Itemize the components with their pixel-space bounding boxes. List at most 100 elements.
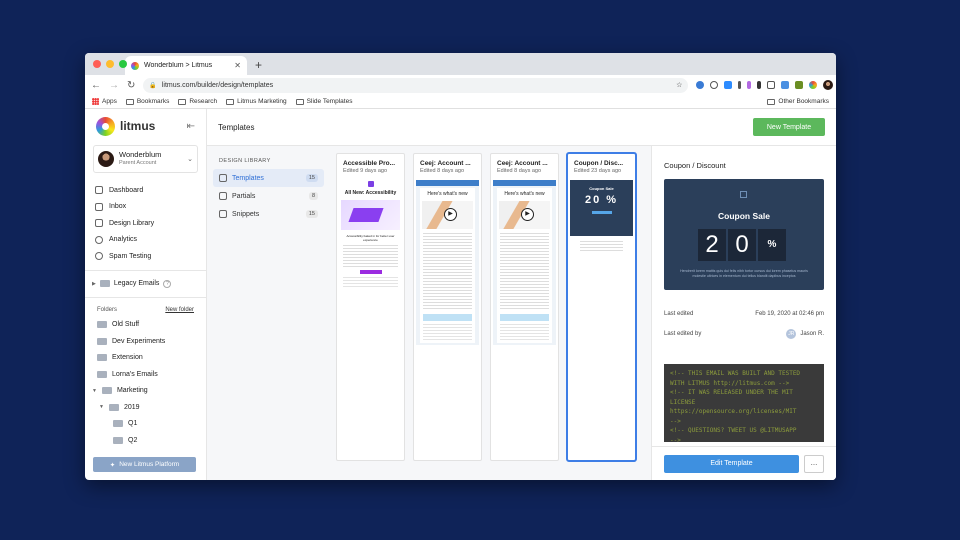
camera-icon[interactable] [767,81,776,89]
thumb-shape [348,208,384,222]
new-template-button[interactable]: New Template [753,118,825,136]
thumb-button [359,270,382,274]
nav-design-library[interactable]: Design Library [95,215,196,232]
close-tab-icon[interactable]: ✕ [234,61,241,70]
thumb-heading: All New: Accessibility [344,190,397,196]
forward-icon[interactable]: → [109,80,119,91]
copy-icon [219,210,227,218]
minimize-window-button[interactable] [106,60,114,68]
nav-spam-testing[interactable]: Spam Testing [95,248,196,265]
legacy-emails-folder[interactable]: ▶ Legacy Emails ? [85,276,206,292]
sidebar: litmus ⇤ Wonderblum Parent Account ⌄ Das… [85,109,207,480]
new-folder-link[interactable]: New folder [165,307,194,313]
library-item-templates[interactable]: Templates 15 [213,169,324,187]
pen-icon[interactable] [747,81,752,89]
avatar [98,151,114,167]
litmus-extension-icon[interactable] [809,81,818,89]
bookmark-label: Research [189,98,218,105]
thumb-heading: Here's what's new [427,191,468,197]
template-preview[interactable]: Coupon Sale 2 0 % Hendrerit lorem mattis… [664,179,824,290]
zoom-extension-icon[interactable] [724,81,733,89]
star-icon[interactable]: ☆ [676,81,682,89]
bookmark-apps[interactable]: Apps [92,98,117,105]
thumb-text-lines [343,245,398,267]
other-bookmarks[interactable]: Other Bookmarks [767,98,829,105]
nav-analytics[interactable]: Analytics [95,232,196,249]
library-item-partials[interactable]: Partials 8 [213,187,324,205]
bookmark-litmus-marketing[interactable]: Litmus Marketing [226,98,287,105]
account-switcher[interactable]: Wonderblum Parent Account ⌄ [93,145,198,173]
nav-inbox[interactable]: Inbox [95,199,196,216]
url-text: litmus.com/builder/design/templates [161,81,274,89]
home-icon [95,186,103,195]
bolt-icon[interactable] [757,81,762,89]
digit-box: % [758,229,786,261]
nav-label: Analytics [109,236,138,244]
code-preview[interactable]: <!-- THIS EMAIL WAS BUILT AND TESTED WIT… [664,364,824,442]
extension-icon[interactable] [696,81,705,89]
eyedropper-icon[interactable] [738,81,742,89]
bookmark-label: Apps [102,98,117,105]
thumb-cta [500,314,549,321]
library-label: Partials [232,192,256,200]
thumb-heading: Here's what's new [504,191,545,197]
extension-icons: ⋮ [696,80,836,91]
profile-avatar[interactable] [823,80,834,90]
meta-label: Last edited by [664,331,702,337]
new-litmus-platform-button[interactable]: ✦ New Litmus Platform [93,457,196,472]
browser-tab[interactable]: Wonderblum > Litmus ✕ [125,56,247,75]
folder-item[interactable]: Dev Experiments [97,333,194,350]
thumb-cta [423,314,472,321]
thumb-text-lines [580,241,623,253]
folder-item[interactable]: Q2 [113,432,194,449]
bookmark-research[interactable]: Research [178,98,217,105]
folder-item[interactable]: Lorna's Emails [97,366,194,383]
edit-template-button[interactable]: Edit Template [664,454,799,473]
extension-icon[interactable] [781,81,790,89]
bookmark-slide-templates[interactable]: Slide Templates [295,98,352,105]
card-edited: Edited 8 days ago [420,168,465,174]
book-icon [95,219,103,228]
help-icon[interactable]: ? [163,279,172,288]
count-badge: 15 [305,210,318,218]
more-options-button[interactable]: ... [804,454,824,473]
folder-item[interactable]: Old Stuff [97,317,194,334]
nav-dashboard[interactable]: Dashboard [95,182,196,199]
close-window-button[interactable] [93,60,101,68]
library-label: Templates [232,174,264,182]
bookmark-bookmarks[interactable]: Bookmarks [125,98,169,105]
user-initials-avatar: JR [786,329,797,339]
url-bar[interactable]: 🔒 litmus.com/builder/design/templates ☆ [143,77,689,93]
extension-icon[interactable] [710,81,719,89]
nav-label: Spam Testing [109,252,152,260]
bookmark-label: Other Bookmarks [778,98,829,105]
folder-icon [113,436,123,444]
library-item-snippets[interactable]: Snippets 15 [213,205,324,223]
inbox-icon [95,202,103,211]
back-icon[interactable]: ← [91,80,101,91]
folder-item[interactable]: Extension [97,350,194,367]
folder-label: Marketing [116,387,148,395]
collapse-sidebar-icon[interactable]: ⇤ [187,121,195,132]
extension-icon[interactable] [795,81,804,89]
thumb-video: ▶ [499,201,550,229]
folder-item[interactable]: ▼ Marketing [92,383,194,400]
folder-item[interactable]: ▼ 2019 [99,399,194,416]
folder-icon [97,370,107,378]
template-card[interactable]: Accessible Pro... Edited 9 days ago All … [336,153,405,461]
divider [85,296,206,298]
page-title: Templates [218,122,255,132]
maximize-window-button[interactable] [119,60,127,68]
folder-item[interactable]: Q1 [113,416,194,433]
lock-icon: 🔒 [149,82,157,89]
template-card-selected[interactable]: Coupon / Disc... Edited 23 days ago Coup… [567,153,636,461]
template-card[interactable]: Ceej: Account ... Edited 8 days ago Here… [490,153,559,461]
template-card[interactable]: Ceej: Account ... Edited 8 days ago Here… [413,153,482,461]
new-tab-icon[interactable]: + [255,58,262,72]
folder-list: Old Stuff Dev Experiments Extension Lorn… [85,317,206,449]
reload-icon[interactable]: ↻ [127,80,135,91]
thumb-text-lines [423,233,472,311]
thumb-coupon: Coupon Sale 20 % [570,180,633,236]
template-thumbnail: Coupon Sale 20 % [570,180,633,345]
caret-down-icon: ▼ [92,387,97,394]
